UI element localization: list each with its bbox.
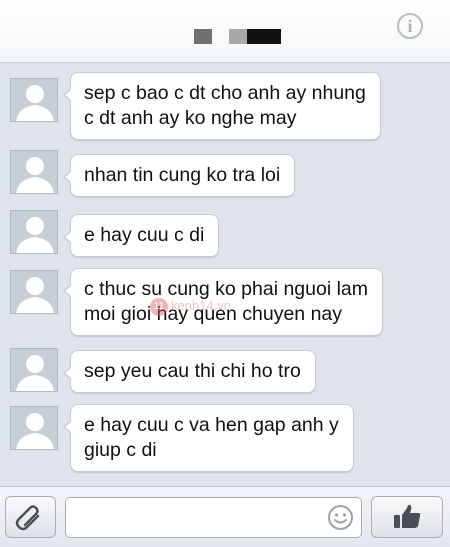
default-avatar-icon[interactable] bbox=[10, 150, 58, 194]
message-text: c dt anh ay ko nghe may bbox=[84, 107, 297, 129]
info-icon[interactable]: i bbox=[397, 13, 423, 39]
watermark: 11 kenh14.vn bbox=[150, 296, 280, 316]
message-bubble: nhan tin cung ko tra loi bbox=[62, 154, 296, 197]
message-text: e hay cuu c di bbox=[84, 224, 205, 246]
conversation-header: i bbox=[0, 0, 450, 63]
default-avatar-icon[interactable] bbox=[10, 348, 58, 392]
message-text: giup c di bbox=[84, 439, 157, 461]
smiley-icon[interactable] bbox=[327, 504, 354, 531]
redacted-name-block bbox=[194, 29, 212, 44]
paperclip-icon bbox=[15, 505, 40, 531]
message-text: nhan tin cung ko tra loi bbox=[84, 164, 281, 186]
redacted-name-block bbox=[229, 29, 247, 44]
default-avatar-icon[interactable] bbox=[10, 270, 58, 314]
message-input[interactable] bbox=[65, 497, 362, 538]
message-bubble: e hay cuu c va hen gap anh y giup c di bbox=[63, 404, 354, 472]
message-text: sep yeu cau thi chi ho tro bbox=[84, 360, 301, 382]
default-avatar-icon[interactable] bbox=[10, 210, 58, 254]
like-button[interactable] bbox=[371, 496, 443, 538]
attach-button[interactable] bbox=[5, 496, 56, 538]
message-bubble: e hay cuu c di bbox=[62, 214, 220, 257]
default-avatar-icon[interactable] bbox=[10, 406, 58, 450]
message-bubble: sep c bao c dt cho anh ay nhung c dt anh… bbox=[63, 72, 381, 140]
default-avatar-icon[interactable] bbox=[10, 78, 58, 122]
message-bubble: sep yeu cau thi chi ho tro bbox=[63, 350, 316, 393]
message-text: sep c bao c dt cho anh ay nhung bbox=[84, 82, 366, 104]
redacted-name-block bbox=[247, 29, 281, 44]
thumbs-up-icon bbox=[394, 504, 421, 528]
message-thread[interactable]: sep c bao c dt cho anh ay nhung c dt anh… bbox=[0, 62, 450, 486]
composer-bar bbox=[0, 486, 450, 547]
message-text: e hay cuu c va hen gap anh y bbox=[84, 414, 339, 436]
watermark-badge: 11 bbox=[150, 297, 168, 316]
watermark-text: kenh14.vn bbox=[171, 298, 231, 313]
